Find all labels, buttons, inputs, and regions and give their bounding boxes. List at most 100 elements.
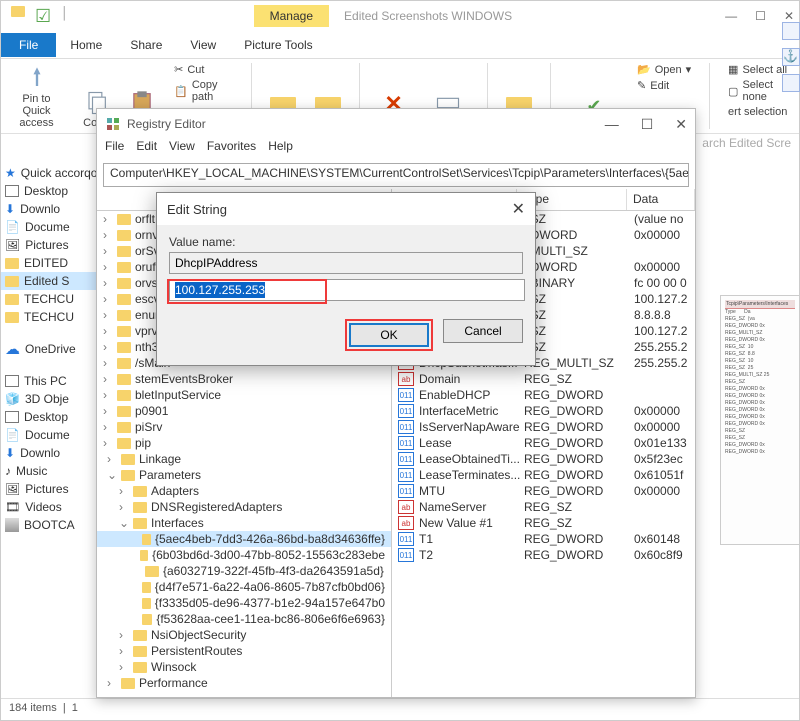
nav-edited[interactable]: EDITED [1,254,97,272]
menu-file[interactable]: File [105,139,124,161]
nav-videos[interactable]: 🎞Videos [1,498,97,516]
nav-bootca[interactable]: BOOTCA [1,516,97,534]
cloud-icon: ☁ [5,340,20,358]
nav-documents2[interactable]: 📄Docume [1,426,97,444]
tab-home[interactable]: Home [56,33,116,57]
binary-value-icon: 011 [398,532,414,546]
tree-key[interactable]: ⌄Interfaces [97,515,391,531]
edit-icon: ✎ [637,79,646,92]
tab-picture-tools[interactable]: Picture Tools [230,33,326,57]
close-icon[interactable]: ✕ [784,9,794,23]
dialog-close-icon[interactable]: ✕ [512,199,525,219]
menu-help[interactable]: Help [268,139,293,161]
docked-button-2[interactable]: ⚓ [782,48,800,66]
contextual-tab-manage[interactable]: Manage [254,5,329,27]
registry-value-row[interactable]: 011LeaseObtainedTi...REG_DWORD0x5f23ec [392,451,695,467]
explorer-titlebar: ☑ │ Manage Edited Screenshots WINDOWS — … [1,1,799,31]
nav-onedrive[interactable]: ☁OneDrive [1,338,97,360]
registry-value-row[interactable]: 011IsServerNapAwareREG_DWORD0x00000 [392,419,695,435]
docked-button-1[interactable] [782,22,800,40]
registry-value-row[interactable]: 011MTUREG_DWORD0x00000 [392,483,695,499]
tree-key[interactable]: ⌄Parameters [97,467,391,483]
registry-value-row[interactable]: 011T2REG_DWORD0x60c8f9 [392,547,695,563]
registry-value-row[interactable]: 011LeaseTerminates...REG_DWORD0x61051f [392,467,695,483]
regedit-close-icon[interactable]: ✕ [675,116,687,133]
ok-button[interactable]: OK [349,323,429,347]
menu-favorites[interactable]: Favorites [207,139,256,161]
tree-key[interactable]: ›piSrv [97,419,391,435]
minimize-icon[interactable]: — [725,9,737,23]
dialog-titlebar[interactable]: Edit String ✕ [157,193,535,225]
binary-value-icon: 011 [398,388,414,402]
check-icon[interactable]: ☑ [35,6,51,27]
path-icon: 📋 [174,85,188,98]
tree-interface-key[interactable]: {d4f7e571-6a22-4a06-8605-7b87cfb0bd06} [97,579,391,595]
maximize-icon[interactable]: ☐ [755,9,766,23]
open-button[interactable]: 📂Open ▾ [637,63,691,76]
tree-key[interactable]: ›Performance [97,675,391,691]
nav-music[interactable]: ♪Music [1,462,97,480]
nav-3d-objects[interactable]: 🧊3D Obje [1,390,97,408]
tree-interface-key[interactable]: {f53628aa-cee1-11ea-bc86-806e6f6e6963} [97,611,391,627]
nav-pictures2[interactable]: 🖼Pictures [1,480,97,498]
nav-this-pc[interactable]: This PC [1,372,97,390]
col-data[interactable]: Data [627,189,695,210]
tree-key[interactable]: ›pip [97,435,391,451]
copy-path-button[interactable]: 📋Copy path [174,79,233,103]
invert-selection-button[interactable]: ert selection [728,106,791,118]
tree-key[interactable]: ›DNSRegisteredAdapters [97,499,391,515]
registry-value-row[interactable]: abNameServerREG_SZ [392,499,695,515]
tab-view[interactable]: View [176,33,230,57]
tree-interface-key[interactable]: {f3335d05-de96-4377-b1e2-94a157e647b0 [97,595,391,611]
tree-key[interactable]: ›Adapters [97,483,391,499]
docked-button-3[interactable] [782,74,800,92]
registry-value-row[interactable]: 011InterfaceMetricREG_DWORD0x00000 [392,403,695,419]
nav-downloads[interactable]: ⬇Downlo [1,200,97,218]
nav-techcu[interactable]: TECHCU [1,290,97,308]
regedit-address-bar[interactable]: Computer\HKEY_LOCAL_MACHINE\SYSTEM\Curre… [103,163,689,187]
edit-string-dialog: Edit String ✕ Value name: Value data: 10… [156,192,536,366]
file-tab[interactable]: File [1,33,56,57]
registry-value-row[interactable]: 011LeaseREG_DWORD0x01e133 [392,435,695,451]
nav-desktop[interactable]: Desktop [1,182,97,200]
search-box[interactable]: arch Edited Scre [702,136,791,150]
nav-edited-s[interactable]: Edited S [1,272,97,290]
tree-interface-key[interactable]: {a6032719-322f-45fb-4f3-da2643591a5d} [97,563,391,579]
regedit-minimize-icon[interactable]: — [605,116,619,133]
tree-key[interactable]: ›bletInputService [97,387,391,403]
tree-key[interactable]: ›stemEventsBroker [97,371,391,387]
value-data-field[interactable]: 100.127.255.253 [169,279,525,301]
tree-key[interactable]: ›NsiObjectSecurity [97,627,391,643]
tree-key[interactable]: ›PersistentRoutes [97,643,391,659]
regedit-maximize-icon[interactable]: ☐ [641,116,654,133]
tree-key[interactable]: ›Winsock [97,659,391,675]
binary-value-icon: 011 [398,436,414,450]
registry-value-row[interactable]: 011T1REG_DWORD0x60148 [392,531,695,547]
tab-share[interactable]: Share [116,33,176,57]
registry-value-row[interactable]: abDomainREG_SZ [392,371,695,387]
tree-key[interactable]: ›p0901 [97,403,391,419]
quick-access[interactable]: ★Quick accorqosflt [1,164,97,182]
edit-button[interactable]: ✎Edit [637,79,691,92]
binary-value-icon: 011 [398,468,414,482]
tree-interface-key[interactable]: {6b03bd6d-3d00-47bb-8052-15563c283ebe [97,547,391,563]
qat-separator: │ [61,6,69,27]
nav-pictures[interactable]: 🖼Pictures [1,236,97,254]
string-value-icon: ab [398,372,414,386]
menu-view[interactable]: View [169,139,195,161]
cut-button[interactable]: ✂Cut [174,63,233,76]
nav-documents[interactable]: 📄Docume [1,218,97,236]
nav-desktop2[interactable]: Desktop [1,408,97,426]
explorer-nav-pane[interactable]: ★Quick accorqosflt Desktop ⬇Downlo 📄Docu… [1,134,98,698]
cancel-button[interactable]: Cancel [443,319,523,343]
tree-key[interactable]: ›Linkage [97,451,391,467]
registry-value-row[interactable]: 011EnableDHCPREG_DWORD [392,387,695,403]
registry-value-row[interactable]: abNew Value #1REG_SZ [392,515,695,531]
tree-interface-key[interactable]: {5aec4beb-7dd3-426a-86bd-ba8d34636ffe} [97,531,391,547]
pin-button[interactable]: Pin to Quick access [9,63,64,129]
nav-downloads2[interactable]: ⬇Downlo [1,444,97,462]
menu-edit[interactable]: Edit [136,139,157,161]
regedit-titlebar[interactable]: Registry Editor — ☐ ✕ [97,109,695,139]
nav-techcu2[interactable]: TECHCU [1,308,97,326]
regedit-menu-bar: File Edit View Favorites Help [97,139,695,161]
